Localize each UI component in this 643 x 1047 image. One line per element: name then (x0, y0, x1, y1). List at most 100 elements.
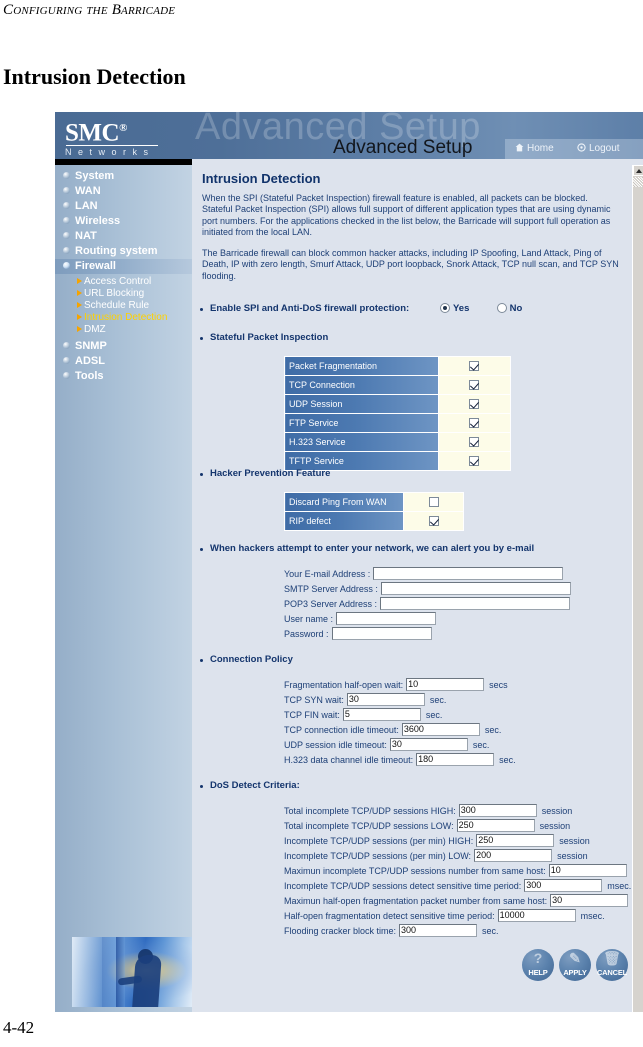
table-row[interactable]: Discard Ping From WAN (283, 492, 464, 512)
page-title: Intrusion Detection (3, 64, 186, 89)
total-incomplete-high-input[interactable]: 300 (458, 804, 537, 817)
spi-row-label: TCP Connection (284, 375, 439, 395)
table-row[interactable]: UDP Session (284, 394, 511, 414)
incomplete-per-min-high-label: Incomplete TCP/UDP sessions (per min) HI… (284, 835, 474, 846)
home-link[interactable]: Home (515, 143, 554, 154)
sidebar-item-wireless[interactable]: Wireless (55, 214, 192, 229)
checkbox-ftp-service[interactable] (469, 418, 480, 428)
checkbox-packet-fragmentation[interactable] (469, 361, 480, 371)
incomplete-per-min-high-unit: session (559, 835, 590, 846)
sidebar-subitem-url-blocking[interactable]: URL Blocking (55, 288, 192, 300)
tcp-fin-wait-input[interactable]: 5 (342, 708, 421, 721)
spi-row-checkbox-cell[interactable] (437, 413, 511, 433)
hacker-prevention-table: Discard Ping From WAN RIP defect (283, 492, 464, 531)
intro-paragraph-2: The Barricade firewall can block common … (202, 248, 619, 281)
spi-row-checkbox-cell[interactable] (437, 356, 511, 376)
enable-spi-label: Enable SPI and Anti-DoS firewall protect… (199, 303, 410, 314)
sidebar-item-label: Wireless (75, 215, 121, 227)
checkbox-tftp-service[interactable] (469, 456, 480, 466)
logout-link[interactable]: Logout (577, 143, 620, 154)
spi-row-checkbox-cell[interactable] (437, 432, 511, 452)
radio-yes-icon[interactable] (440, 303, 450, 313)
user-name-input[interactable] (336, 612, 437, 625)
enable-spi-no-option[interactable]: No (496, 303, 522, 314)
total-incomplete-high-row: Total incomplete TCP/UDP sessions HIGH: 3… (284, 804, 572, 817)
scroll-up-arrow-icon[interactable] (633, 165, 643, 176)
chevron-right-icon (77, 314, 82, 320)
table-row[interactable]: TCP Connection (284, 375, 511, 395)
incomplete-per-min-high-input[interactable]: 250 (476, 834, 555, 847)
incomplete-per-min-low-row: Incomplete TCP/UDP sessions (per min) LO… (284, 849, 588, 862)
help-button[interactable]: ? HELP (522, 949, 554, 981)
halfopen-frag-detect-period-input[interactable]: 10000 (497, 909, 576, 922)
cancel-button[interactable]: 🗑 CANCEL (596, 949, 628, 981)
sidebar-item-lan[interactable]: LAN (55, 199, 192, 214)
incomplete-detect-period-input[interactable]: 300 (524, 879, 603, 892)
hacker-row-checkbox-cell[interactable] (403, 511, 464, 531)
sidebar-item-routing-system[interactable]: Routing system (55, 244, 192, 259)
sidebar-subitem-intrusion-detection[interactable]: Intrusion Detection (55, 312, 192, 324)
spi-row-checkbox-cell[interactable] (437, 394, 511, 414)
sidebar-item-tools[interactable]: Tools (55, 369, 192, 384)
max-halfopen-frag-same-host-row: Maximun half-open fragmentation packet n… (284, 894, 633, 907)
checkbox-udp-session[interactable] (469, 399, 480, 409)
table-row[interactable]: Packet Fragmentation (284, 356, 511, 376)
intro-paragraph-1: When the SPI (Stateful Packet Inspection… (202, 193, 611, 238)
cancel-button-label: CANCEL (596, 968, 628, 977)
sidebar-item-adsl[interactable]: ADSL (55, 354, 192, 369)
checkbox-discard-ping-from-wan[interactable] (428, 497, 439, 507)
total-incomplete-low-input[interactable]: 250 (456, 819, 535, 832)
tcp-connection-idle-timeout-input[interactable]: 3600 (401, 723, 480, 736)
fragmentation-half-open-wait-input[interactable]: 10 (406, 678, 485, 691)
sidebar-subitem-label: Schedule Rule (84, 300, 150, 311)
checkbox-h323-service[interactable] (469, 437, 480, 447)
nav-bullet-icon (63, 172, 70, 179)
udp-session-idle-timeout-input[interactable]: 30 (389, 738, 468, 751)
sidebar-subitem-dmz[interactable]: DMZ (55, 324, 192, 336)
email-address-input[interactable] (373, 567, 564, 580)
sidebar-subitem-schedule-rule[interactable]: Schedule Rule (55, 300, 192, 312)
sidebar-item-firewall[interactable]: Firewall (55, 259, 192, 274)
max-incomplete-same-host-input[interactable]: 10 (548, 864, 627, 877)
total-incomplete-low-unit: session (539, 820, 571, 831)
spi-row-checkbox-cell[interactable] (437, 451, 511, 471)
sidebar-subitem-label: Intrusion Detection (84, 312, 168, 323)
sidebar-item-label: Routing system (75, 245, 158, 257)
flooding-cracker-block-time-input[interactable]: 300 (399, 924, 478, 937)
table-row[interactable]: H.323 Service (284, 432, 511, 452)
tcp-syn-wait-input[interactable]: 30 (346, 693, 425, 706)
incomplete-per-min-low-input[interactable]: 200 (474, 849, 553, 862)
spi-row-checkbox-cell[interactable] (437, 375, 511, 395)
dos-detect-criteria-label: DoS Detect Criteria: (200, 780, 300, 791)
spi-row-label: Packet Fragmentation (284, 356, 439, 376)
nav-bullet-icon (63, 232, 70, 239)
sidebar-item-nat[interactable]: NAT (55, 229, 192, 244)
checkbox-tcp-connection[interactable] (469, 380, 480, 390)
apply-button[interactable]: ✎ APPLY (559, 949, 591, 981)
enable-spi-yes-option[interactable]: Yes (440, 303, 469, 314)
table-row[interactable]: RIP defect (283, 511, 464, 531)
radio-no-icon[interactable] (496, 303, 507, 313)
sidebar-item-snmp[interactable]: SNMP (55, 339, 192, 354)
pop3-server-input[interactable] (380, 597, 571, 610)
table-row[interactable]: FTP Service (284, 413, 511, 433)
h323-idle-timeout-input[interactable]: 180 (416, 753, 495, 766)
password-input[interactable] (331, 627, 432, 640)
logout-link-label: Logout (589, 143, 620, 154)
max-halfopen-frag-same-host-input[interactable]: 30 (550, 894, 629, 907)
sidebar-item-label: NAT (75, 230, 97, 242)
nav-bullet-icon (63, 262, 70, 269)
scrollbar-thumb[interactable] (633, 177, 643, 187)
router-admin-screenshot: Advanced Setup SMC® N e t w o r k s Adva… (55, 112, 643, 1012)
fragmentation-half-open-wait-row: Fragmentation half-open wait: 10 secs (284, 678, 508, 691)
enable-spi-radio-group[interactable]: Yes No (440, 303, 522, 314)
connection-policy-label: Connection Policy (200, 654, 293, 665)
sidebar-item-system[interactable]: System (55, 169, 192, 184)
brand-name: SMC (65, 119, 120, 147)
hacker-row-checkbox-cell[interactable] (403, 492, 464, 512)
vertical-scrollbar[interactable] (632, 165, 643, 1012)
sidebar-item-wan[interactable]: WAN (55, 184, 192, 199)
checkbox-rip-defect[interactable] (428, 516, 439, 526)
sidebar-subitem-access-control[interactable]: Access Control (55, 276, 192, 288)
smtp-server-input[interactable] (380, 582, 571, 595)
